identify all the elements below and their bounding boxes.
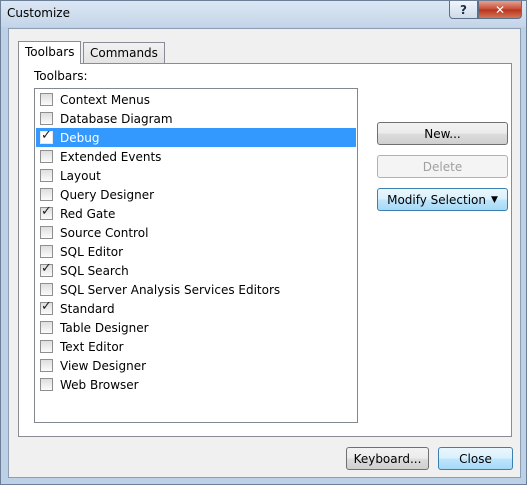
toolbar-checkbox[interactable]	[40, 204, 53, 220]
toolbar-list-item[interactable]: Text Editor	[36, 337, 356, 356]
toolbar-item-label: View Designer	[60, 358, 147, 373]
toolbars-tab-panel: Toolbars: Context Menus Database Diagram D…	[18, 63, 512, 437]
toolbars-listbox[interactable]: Context Menus Database Diagram Debug Extend…	[34, 88, 358, 423]
toolbar-item-label: SQL Search	[60, 263, 129, 278]
toolbar-list-item[interactable]: Layout	[36, 166, 356, 185]
toolbar-checkbox[interactable]	[40, 321, 53, 334]
toolbar-item-label: Extended Events	[60, 149, 162, 164]
toolbar-checkbox[interactable]	[40, 150, 53, 163]
toolbar-list-item[interactable]: Web Browser	[36, 375, 356, 394]
toolbar-item-label: Red Gate	[60, 206, 116, 221]
tab-commands[interactable]: Commands	[83, 42, 165, 63]
modify-selection-button[interactable]: Modify Selection ▼	[377, 188, 508, 211]
delete-toolbar-button[interactable]: Delete	[377, 155, 508, 178]
customize-dialog: Customize ? ✕ Toolbars Commands Toolbars…	[0, 0, 527, 485]
toolbar-item-label: SQL Editor	[60, 244, 124, 259]
toolbar-item-label: Query Designer	[60, 187, 155, 202]
toolbar-checkbox[interactable]	[40, 283, 53, 296]
keyboard-button[interactable]: Keyboard...	[346, 447, 429, 470]
toolbar-checkbox[interactable]	[40, 299, 53, 315]
toolbar-checkbox[interactable]	[40, 93, 53, 106]
toolbar-item-label: Table Designer	[60, 320, 149, 335]
toolbar-item-label: Text Editor	[60, 339, 124, 354]
toolbar-item-label: Database Diagram	[60, 111, 173, 126]
toolbar-checkbox[interactable]	[40, 261, 53, 277]
toolbar-list-item[interactable]: SQL Search	[36, 261, 356, 280]
modify-selection-label: Modify Selection	[387, 192, 486, 207]
toolbar-item-label: Standard	[60, 301, 115, 316]
close-button[interactable]: Close	[438, 447, 513, 470]
new-toolbar-button[interactable]: New...	[377, 122, 508, 145]
toolbars-list-label: Toolbars:	[34, 69, 88, 83]
toolbar-list-item[interactable]: Debug	[36, 128, 356, 147]
help-button[interactable]: ?	[449, 1, 478, 19]
toolbar-checkbox[interactable]	[40, 226, 53, 239]
dialog-client-area: Toolbars Commands Toolbars: Context Menu…	[8, 28, 521, 478]
toolbar-list-item[interactable]: Database Diagram	[36, 109, 356, 128]
window-close-button[interactable]: ✕	[478, 1, 522, 19]
toolbar-list-item[interactable]: Standard	[36, 299, 356, 318]
toolbar-list-item[interactable]: Source Control	[36, 223, 356, 242]
toolbar-checkbox[interactable]	[40, 245, 53, 258]
toolbar-item-label: Context Menus	[60, 92, 151, 107]
toolbar-list-item[interactable]: View Designer	[36, 356, 356, 375]
toolbar-item-label: Web Browser	[60, 377, 139, 392]
toolbar-checkbox[interactable]	[40, 169, 53, 182]
toolbar-item-label: Debug	[60, 130, 100, 145]
toolbar-item-label: Layout	[60, 168, 101, 183]
toolbar-list-item[interactable]: Red Gate	[36, 204, 356, 223]
toolbar-item-label: Source Control	[60, 225, 149, 240]
toolbar-checkbox[interactable]	[40, 340, 53, 353]
toolbar-list-item[interactable]: Query Designer	[36, 185, 356, 204]
toolbar-list-item[interactable]: Context Menus	[36, 90, 356, 109]
toolbar-list-item[interactable]: SQL Editor	[36, 242, 356, 261]
toolbar-checkbox[interactable]	[40, 112, 53, 125]
window-title: Customize	[7, 6, 70, 20]
toolbar-checkbox[interactable]	[40, 378, 53, 391]
toolbar-checkbox[interactable]	[40, 359, 53, 372]
toolbar-list-item[interactable]: Extended Events	[36, 147, 356, 166]
toolbar-list-item[interactable]: Table Designer	[36, 318, 356, 337]
tab-toolbars[interactable]: Toolbars	[18, 41, 81, 64]
toolbar-list-item[interactable]: SQL Server Analysis Services Editors	[36, 280, 356, 299]
dropdown-arrow-icon: ▼	[490, 194, 498, 205]
toolbar-item-label: SQL Server Analysis Services Editors	[60, 282, 281, 297]
toolbar-checkbox[interactable]	[40, 188, 53, 201]
toolbar-checkbox[interactable]	[40, 128, 53, 144]
title-bar[interactable]: Customize ? ✕	[1, 1, 526, 27]
